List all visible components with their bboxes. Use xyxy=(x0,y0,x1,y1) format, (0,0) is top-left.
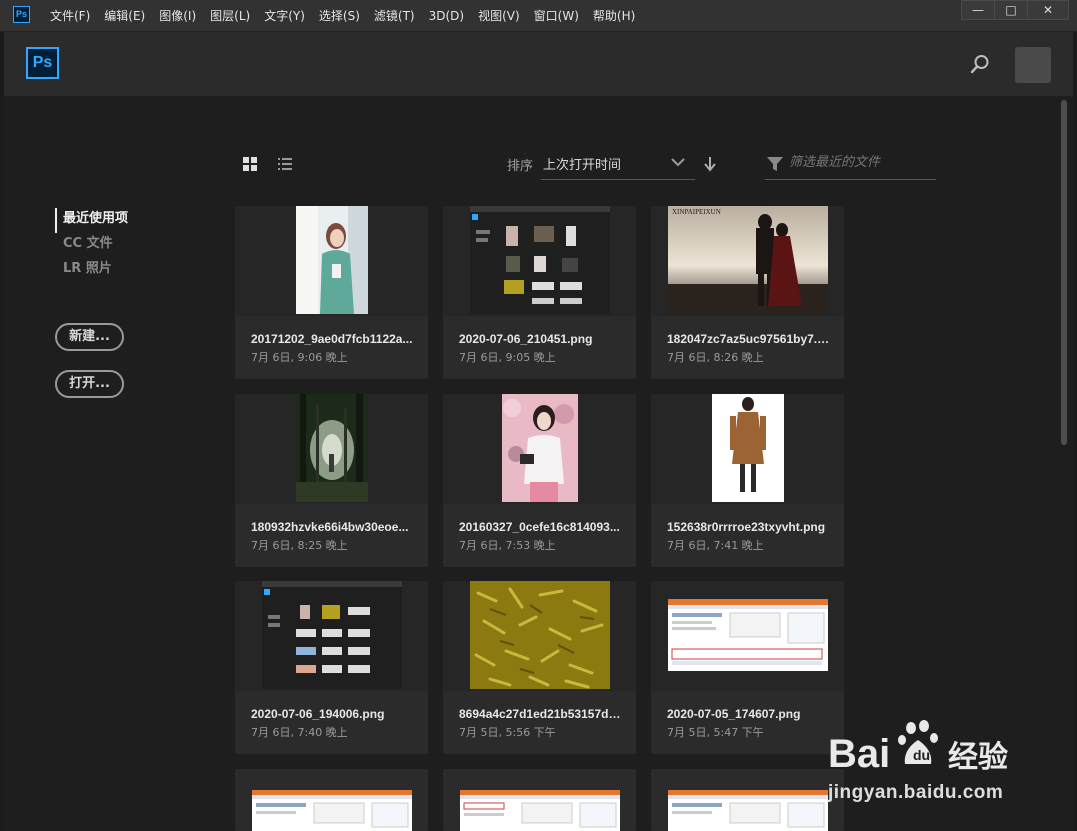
sidebar-item-cc-files[interactable]: CC 文件 xyxy=(55,233,128,258)
file-card[interactable]: 8694a4c27d1ed21b53157d9... 7月 5日, 5:56 下… xyxy=(443,581,636,754)
menu-edit[interactable]: 编辑(E) xyxy=(104,7,145,24)
sidebar-item-recent[interactable]: 最近使用项 xyxy=(55,208,128,233)
file-card[interactable]: 20171202_9ae0d7fcb1122a... 7月 6日, 9:06 晚… xyxy=(235,206,428,379)
photoshop-logo: Ps xyxy=(26,47,59,79)
grid-view-icon[interactable] xyxy=(243,157,257,171)
photoshop-app-icon: Ps xyxy=(13,6,30,23)
couple-thumbnail: XINPAIPEIXUN xyxy=(668,206,828,314)
window-controls: — □ ✕ xyxy=(961,0,1069,20)
svg-text:du: du xyxy=(913,747,930,763)
menu-select[interactable]: 选择(S) xyxy=(319,7,360,24)
menu-bar: Ps 文件(F) 编辑(E) 图像(I) 图层(L) 文字(Y) 选择(S) 滤… xyxy=(0,0,1077,32)
file-name: 180932hzvke66i4bw30eoe... xyxy=(251,520,409,534)
file-name: 20160327_0cefe16c814093... xyxy=(459,520,620,534)
list-view-icon[interactable] xyxy=(278,157,292,171)
filter-field[interactable] xyxy=(765,148,936,180)
new-button[interactable]: 新建... xyxy=(55,323,124,351)
menu-filter[interactable]: 滤镜(T) xyxy=(374,7,415,24)
main-menu: 文件(F) 编辑(E) 图像(I) 图层(L) 文字(Y) 选择(S) 滤镜(T… xyxy=(50,0,649,31)
chevron-down-icon xyxy=(671,158,685,167)
coat-thumbnail xyxy=(712,394,784,502)
screenshot-thumbnail xyxy=(262,581,402,689)
sort-label: 排序 xyxy=(507,159,534,174)
screenshot-thumbnail xyxy=(470,206,610,314)
file-name: 152638r0rrrroe23txyvht.png xyxy=(667,520,826,534)
filter-icon xyxy=(767,157,783,171)
menu-file[interactable]: 文件(F) xyxy=(50,7,90,24)
web-form-thumbnail xyxy=(668,599,828,671)
close-button[interactable]: ✕ xyxy=(1027,0,1069,20)
home-header: Ps xyxy=(4,32,1073,96)
menu-type[interactable]: 文字(Y) xyxy=(264,7,305,24)
gold-texture-thumbnail xyxy=(470,581,610,689)
sort-value: 上次打开时间 xyxy=(543,158,622,173)
minimize-button[interactable]: — xyxy=(961,0,995,20)
forest-thumbnail xyxy=(296,394,368,502)
file-card[interactable] xyxy=(443,769,636,831)
file-date: 7月 6日, 8:25 晚上 xyxy=(251,539,348,552)
file-card[interactable]: 2020-07-05_174607.png 7月 5日, 5:47 下午 xyxy=(651,581,844,754)
sort-direction-icon[interactable] xyxy=(703,156,717,172)
file-card[interactable]: 20160327_0cefe16c814093... 7月 6日, 7:53 晚… xyxy=(443,394,636,567)
file-card[interactable] xyxy=(651,769,844,831)
file-name: 2020-07-06_210451.png xyxy=(459,332,593,346)
web-form-thumbnail xyxy=(460,790,620,831)
file-date: 7月 6日, 9:05 晚上 xyxy=(459,351,556,364)
file-thumbnail xyxy=(443,206,636,316)
vertical-scrollbar[interactable] xyxy=(1061,100,1067,445)
filter-input[interactable] xyxy=(789,155,934,170)
open-button[interactable]: 打开... xyxy=(55,370,124,398)
watermark-url: jingyan.baidu.com xyxy=(828,782,1004,803)
watermark-brand: Bai xyxy=(828,732,890,776)
file-date: 7月 5日, 5:47 下午 xyxy=(667,726,764,739)
maximize-button[interactable]: □ xyxy=(994,0,1028,20)
file-name: 8694a4c27d1ed21b53157d9... xyxy=(459,707,624,721)
menu-help[interactable]: 帮助(H) xyxy=(593,7,635,24)
file-card[interactable]: 2020-07-06_210451.png 7月 6日, 9:05 晚上 xyxy=(443,206,636,379)
menu-window[interactable]: 窗口(W) xyxy=(534,7,579,24)
menu-image[interactable]: 图像(I) xyxy=(159,7,196,24)
file-card[interactable]: 152638r0rrrroe23txyvht.png 7月 6日, 7:41 晚… xyxy=(651,394,844,567)
web-form-thumbnail xyxy=(252,790,412,831)
file-date: 7月 6日, 7:53 晚上 xyxy=(459,539,556,552)
file-thumbnail xyxy=(651,394,844,504)
sort-dropdown[interactable]: 上次打开时间 xyxy=(541,148,695,180)
file-name: 2020-07-05_174607.png xyxy=(667,707,801,721)
file-thumbnail xyxy=(235,206,428,316)
file-date: 7月 5日, 5:56 下午 xyxy=(459,726,556,739)
portrait-thumbnail xyxy=(296,206,368,314)
menu-layer[interactable]: 图层(L) xyxy=(210,7,250,24)
watermark-cn: 经验 xyxy=(948,740,1008,775)
avatar[interactable] xyxy=(1015,47,1051,83)
file-thumbnail xyxy=(443,581,636,691)
menu-view[interactable]: 视图(V) xyxy=(478,7,520,24)
file-thumbnail xyxy=(443,394,636,504)
file-name: 182047zc7az5uc97561by7.jpg xyxy=(667,332,832,346)
file-card[interactable]: XINPAIPEIXUN 182047zc7az5uc97561by7.jpg … xyxy=(651,206,844,379)
menu-3d[interactable]: 3D(D) xyxy=(429,9,464,23)
web-form-thumbnail xyxy=(668,790,828,831)
file-date: 7月 6日, 9:06 晚上 xyxy=(251,351,348,364)
file-name: 2020-07-06_194006.png xyxy=(251,707,385,721)
file-card[interactable]: 2020-07-06_194006.png 7月 6日, 7:40 晚上 xyxy=(235,581,428,754)
file-name: 20171202_9ae0d7fcb1122a... xyxy=(251,332,413,346)
file-thumbnail xyxy=(235,394,428,504)
search-icon[interactable] xyxy=(970,54,990,74)
file-date: 7月 6日, 8:26 晚上 xyxy=(667,351,764,364)
file-thumbnail xyxy=(235,581,428,691)
sidebar-item-lr-photos[interactable]: LR 照片 xyxy=(55,258,128,283)
file-card[interactable] xyxy=(235,769,428,831)
file-date: 7月 6日, 7:40 晚上 xyxy=(251,726,348,739)
svg-text:XINPAIPEIXUN: XINPAIPEIXUN xyxy=(672,208,721,216)
girl-thumbnail xyxy=(502,394,578,502)
file-thumbnail: XINPAIPEIXUN xyxy=(651,206,844,316)
file-date: 7月 6日, 7:41 晚上 xyxy=(667,539,764,552)
file-thumbnail xyxy=(651,581,844,691)
file-card[interactable]: 180932hzvke66i4bw30eoe... 7月 6日, 8:25 晚上 xyxy=(235,394,428,567)
side-nav: 最近使用项 CC 文件 LR 照片 xyxy=(55,208,128,283)
